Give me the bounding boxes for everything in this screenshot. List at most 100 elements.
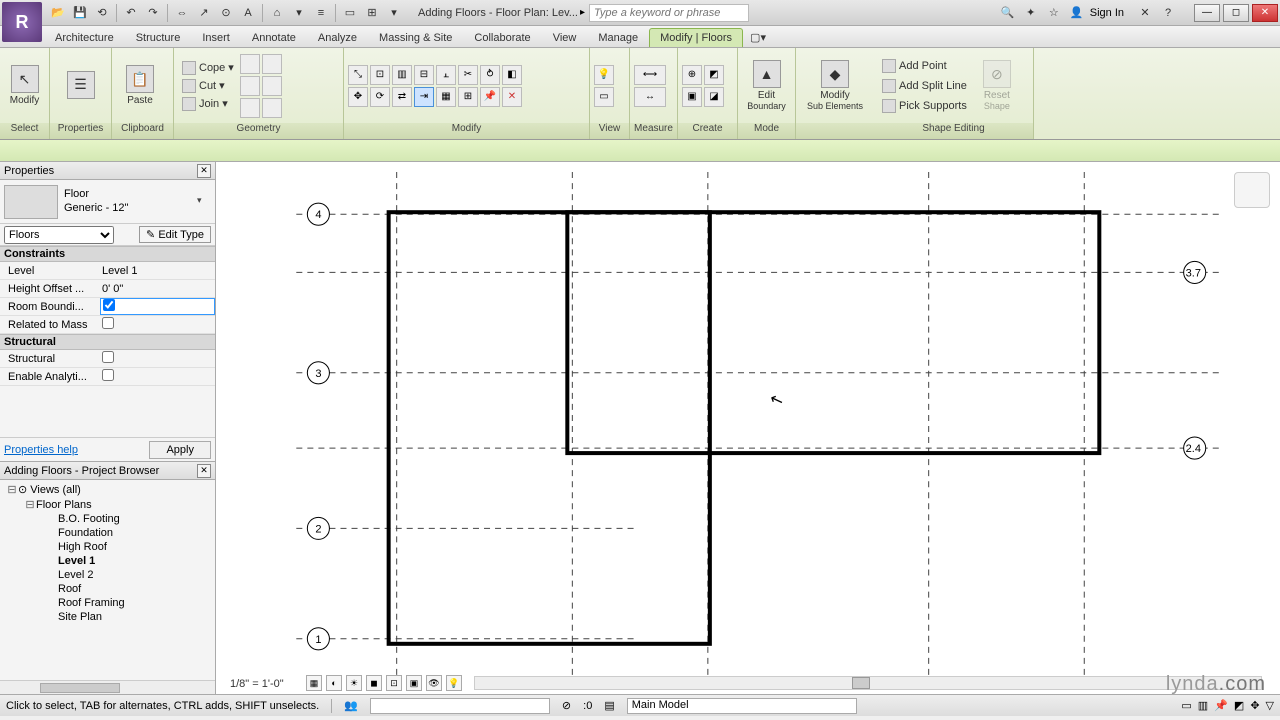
detail-level-icon[interactable]: ▦ (306, 675, 322, 691)
dimension-tool[interactable]: ↔ (634, 87, 666, 107)
edit-type-button[interactable]: ✎ Edit Type (139, 226, 211, 243)
offset-icon[interactable]: ⇥ (414, 87, 434, 107)
prop-level[interactable]: LevelLevel 1 (0, 262, 215, 280)
cut-button[interactable]: Cut ▾ (178, 78, 238, 94)
tab-options-icon[interactable]: ▢▾ (743, 27, 773, 47)
section-icon[interactable]: ▾ (289, 3, 309, 23)
save-icon[interactable]: 💾 (70, 3, 90, 23)
view-tool-2[interactable]: ▭ (594, 87, 614, 107)
geom-tool-2[interactable] (240, 76, 260, 96)
join-button[interactable]: Join ▾ (178, 96, 238, 112)
tree-high-roof[interactable]: High Roof (2, 540, 213, 554)
exchange-icon[interactable]: ✕ (1135, 3, 1155, 23)
related-mass-checkbox[interactable] (102, 317, 114, 329)
switch-win-icon[interactable]: ⊞ (362, 3, 382, 23)
properties-help-link[interactable]: Properties help (4, 444, 78, 456)
properties-close-icon[interactable]: ✕ (197, 164, 211, 178)
tree-level1[interactable]: Level 1 (2, 554, 213, 568)
select-pinned-icon[interactable]: 📌 (1214, 699, 1228, 712)
split-icon[interactable]: ⥁ (480, 65, 500, 85)
crop-icon[interactable]: ⊡ (386, 675, 402, 691)
search-input[interactable] (589, 4, 749, 22)
qat-dropdown-icon[interactable]: ▾ (384, 3, 404, 23)
tab-collaborate[interactable]: Collaborate (463, 28, 541, 47)
geom-tool-5[interactable] (262, 76, 282, 96)
mod-2[interactable]: ⊡ (370, 65, 390, 85)
room-bounding-checkbox[interactable] (103, 299, 115, 311)
tab-modify-floors[interactable]: Modify | Floors (649, 28, 743, 47)
properties-button[interactable]: ☰ (54, 57, 107, 115)
user-icon[interactable]: 👤 (1067, 3, 1087, 23)
view-scale[interactable]: 1/8" = 1'-0" (230, 678, 284, 690)
favorite-icon[interactable]: ☆ (1044, 3, 1064, 23)
design-options-combo[interactable] (370, 698, 550, 714)
prop-structural[interactable]: Structural (0, 350, 215, 368)
tree-roof-framing[interactable]: Roof Framing (2, 596, 213, 610)
modify-sub-elements-button[interactable]: ◆ModifySub Elements (800, 57, 870, 115)
view-cube[interactable] (1234, 172, 1270, 208)
geom-tool-4[interactable] (262, 54, 282, 74)
type-selector[interactable]: Floor Generic - 12" ▾ (0, 180, 215, 224)
measure-tool[interactable]: ⟷ (634, 65, 666, 85)
geom-tool-1[interactable] (240, 54, 260, 74)
select-underlay-icon[interactable]: ▥ (1198, 699, 1208, 712)
tab-view[interactable]: View (542, 28, 588, 47)
tree-roof[interactable]: Roof (2, 582, 213, 596)
drag-elements-icon[interactable]: ✥ (1250, 699, 1259, 712)
undo-icon[interactable]: ↶ (121, 3, 141, 23)
add-split-line-button[interactable]: Add Split Line (878, 78, 971, 94)
tab-architecture[interactable]: Architecture (44, 28, 125, 47)
mod-4[interactable]: ⊟ (414, 65, 434, 85)
category-filter[interactable]: Floors (4, 226, 114, 244)
default3d-icon[interactable]: ⌂ (267, 3, 287, 23)
open-icon[interactable]: 📂 (48, 3, 68, 23)
apply-button[interactable]: Apply (149, 441, 211, 459)
visual-style-icon[interactable]: ◐ (326, 675, 342, 691)
tree-views[interactable]: ⊟⊙ Views (all) (2, 482, 213, 497)
type-dropdown-icon[interactable]: ▾ (197, 195, 211, 209)
app-menu-button[interactable]: R (2, 2, 42, 42)
worksharing-icon[interactable]: 👥 (344, 699, 358, 712)
mod-1[interactable]: ⤡ (348, 65, 368, 85)
mod-10[interactable]: ▦ (436, 87, 456, 107)
tab-annotate[interactable]: Annotate (241, 28, 307, 47)
array-icon[interactable]: ⊞ (458, 87, 478, 107)
doc-title-arrow-icon[interactable]: ▸ (580, 7, 585, 18)
browser-hscroll[interactable] (0, 680, 215, 694)
tab-structure[interactable]: Structure (125, 28, 192, 47)
tab-massing[interactable]: Massing & Site (368, 28, 463, 47)
rotate-icon[interactable]: ⟳ (370, 87, 390, 107)
pin-icon[interactable]: 📌 (480, 87, 500, 107)
help-icon[interactable]: ? (1158, 3, 1178, 23)
modify-tool[interactable]: ↖Modify (4, 57, 45, 115)
canvas-hscroll[interactable] (474, 676, 1262, 690)
select-links-icon[interactable]: ▭ (1181, 699, 1191, 712)
trim-icon[interactable]: ✂ (458, 65, 478, 85)
tree-bo-footing[interactable]: B.O. Footing (2, 512, 213, 526)
create-group[interactable]: ▣ (682, 87, 702, 107)
reset-shape-button[interactable]: ⊘ResetShape (973, 57, 1021, 115)
create-4[interactable]: ◪ (704, 87, 724, 107)
thin-lines-icon[interactable]: ≡ (311, 3, 331, 23)
geom-tool-6[interactable] (262, 98, 282, 118)
prop-related-mass[interactable]: Related to Mass (0, 316, 215, 334)
select-face-icon[interactable]: ◩ (1234, 699, 1244, 712)
structural-checkbox[interactable] (102, 351, 114, 363)
tab-manage[interactable]: Manage (587, 28, 649, 47)
sun-path-icon[interactable]: ☀ (346, 675, 362, 691)
hide-icon[interactable]: 👁 (426, 675, 442, 691)
group-constraints[interactable]: Constraints (0, 246, 215, 262)
add-point-button[interactable]: Add Point (878, 58, 971, 74)
tree-site-plan[interactable]: Site Plan (2, 610, 213, 624)
maximize-button[interactable]: ◻ (1223, 4, 1249, 22)
prop-analytical[interactable]: Enable Analyti... (0, 368, 215, 386)
align-dim-icon[interactable]: ↗ (194, 3, 214, 23)
workset-combo[interactable]: Main Model (627, 698, 857, 714)
group-structural[interactable]: Structural (0, 334, 215, 350)
tree-foundation[interactable]: Foundation (2, 526, 213, 540)
create-3[interactable]: ◩ (704, 65, 724, 85)
tree-level2[interactable]: Level 2 (2, 568, 213, 582)
tab-insert[interactable]: Insert (191, 28, 241, 47)
subscription-icon[interactable]: ✦ (1021, 3, 1041, 23)
sync-icon[interactable]: ⟲ (92, 3, 112, 23)
